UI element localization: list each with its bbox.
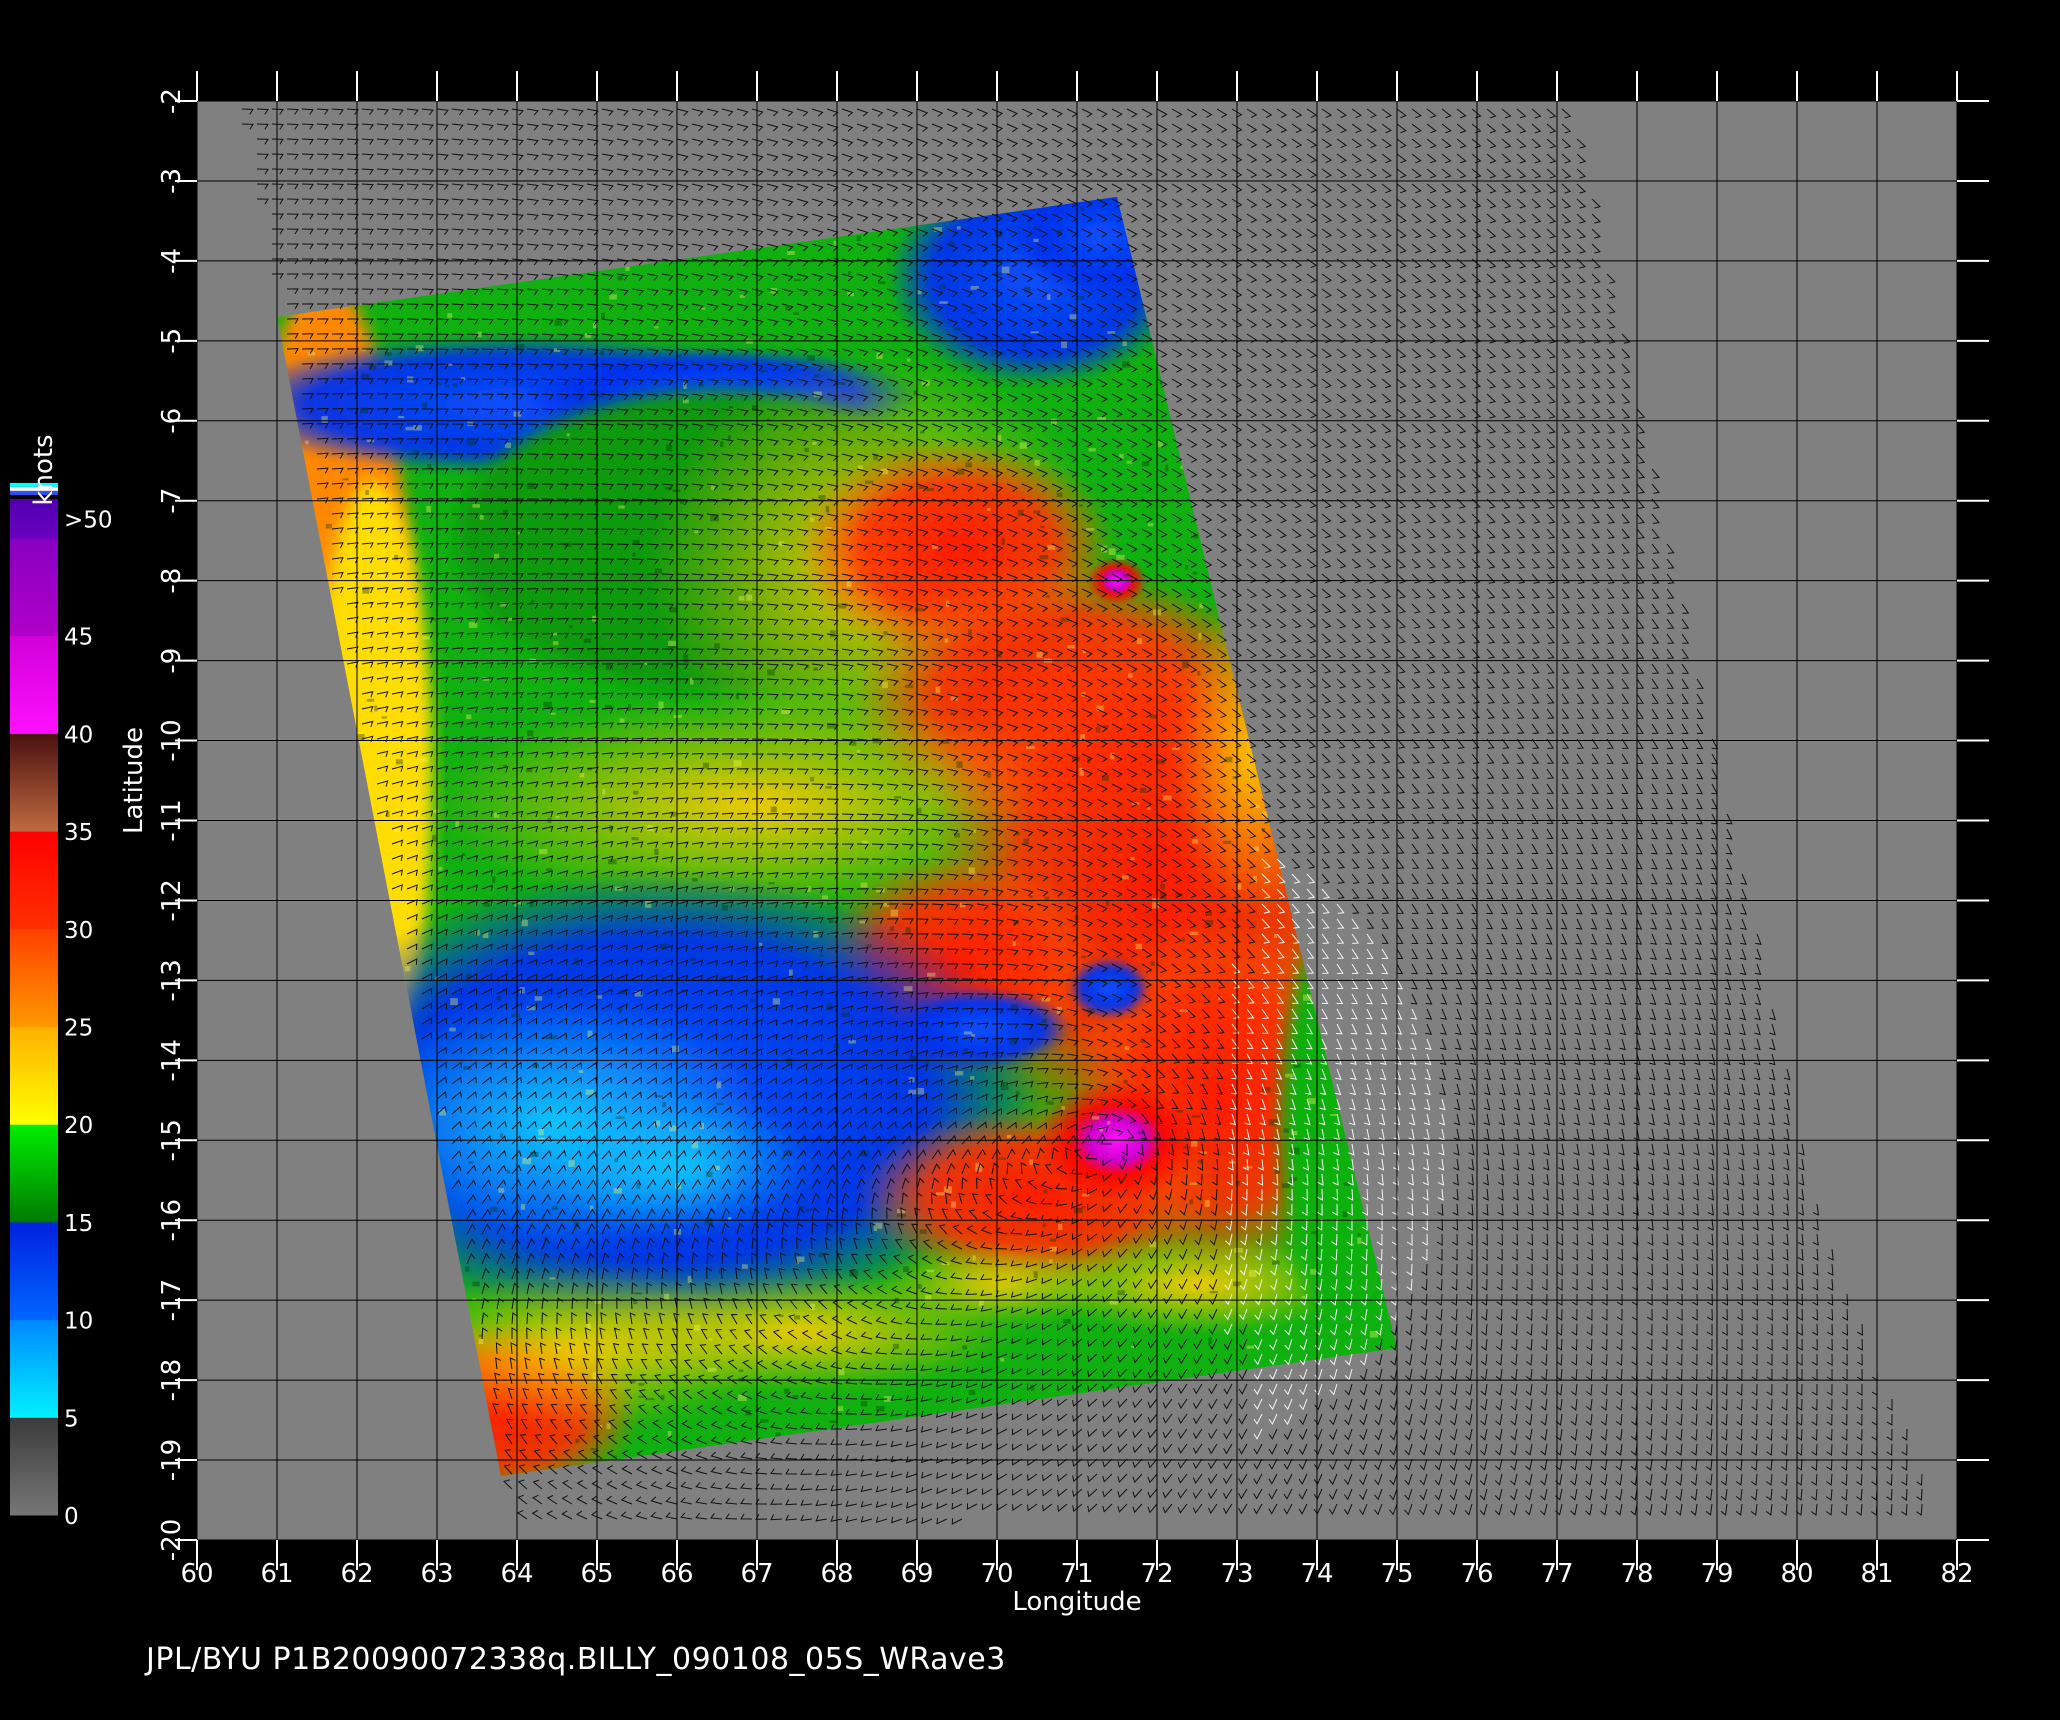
- colorbar-label: 40: [64, 722, 93, 748]
- y-tick-label: -7: [157, 488, 187, 514]
- plot-area: [196, 100, 1958, 1541]
- wind-speed-map: 60 61 62 63 64 65 66 67 68 69 70 71 72 73 74 75 76 77 78 79…: [10, 71, 1989, 1617]
- colorbar-label: 35: [64, 820, 93, 846]
- x-tick-label: 81: [1860, 1559, 1893, 1589]
- x-axis-label: Longitude: [1012, 1587, 1141, 1617]
- y-tick-label: -19: [157, 1439, 187, 1481]
- y-tick-label: -3: [157, 168, 187, 194]
- x-tick-label: 80: [1780, 1559, 1813, 1589]
- x-tick-label: 75: [1380, 1559, 1413, 1589]
- x-tick-label: 71: [1060, 1559, 1093, 1589]
- colorbar-label: 25: [64, 1016, 93, 1042]
- y-tick-label: -17: [157, 1279, 187, 1321]
- footer-caption: JPL/BYU P1B20090072338q.BILLY_090108_05S…: [146, 1642, 1006, 1677]
- colorbar-label: 10: [64, 1309, 93, 1335]
- y-tick-label: -2: [157, 88, 187, 114]
- colorbar-label: 30: [64, 918, 93, 944]
- y-tick-label: -8: [157, 568, 187, 594]
- x-tick-label: 68: [820, 1559, 853, 1589]
- x-tick-label: 62: [340, 1559, 373, 1589]
- x-tick-label: 73: [1220, 1559, 1253, 1589]
- y-tick-label: -12: [157, 879, 187, 921]
- colorbar-band: [10, 1124, 58, 1223]
- y-tick-label: -20: [157, 1519, 187, 1561]
- y-tick-label: -16: [157, 1199, 187, 1241]
- colorbar-label: 0: [64, 1504, 79, 1530]
- y-tick-label: -13: [157, 959, 187, 1001]
- x-tick-label: 82: [1940, 1559, 1973, 1589]
- y-tick-label: -18: [157, 1359, 187, 1401]
- colorbar-band: [10, 733, 58, 832]
- y-tick-label: -6: [157, 408, 187, 434]
- colorbar-unit: knots: [29, 434, 59, 505]
- colorbar-label: 5: [64, 1406, 79, 1432]
- colorbar-band: [10, 538, 58, 637]
- x-tick-label: 76: [1460, 1559, 1493, 1589]
- y-tick-label: -10: [157, 719, 187, 761]
- x-tick-label: 65: [580, 1559, 613, 1589]
- colorbar-label: 20: [64, 1113, 93, 1139]
- y-tick-label: -4: [157, 248, 187, 274]
- y-tick-label: -5: [157, 328, 187, 354]
- colorbar-band: [10, 1026, 58, 1125]
- colorbar-label: 15: [64, 1211, 93, 1237]
- colorbar-band: [10, 831, 58, 930]
- x-tick-label: 66: [660, 1559, 693, 1589]
- x-tick-label: 77: [1540, 1559, 1573, 1589]
- wind-zone: [1069, 958, 1149, 1019]
- x-tick-label: 61: [260, 1559, 293, 1589]
- x-tick-label: 78: [1620, 1559, 1653, 1589]
- colorbar-band: [10, 635, 58, 734]
- x-tick-label: 60: [180, 1559, 213, 1589]
- colorbar-band: [10, 1221, 58, 1321]
- y-axis-label: Latitude: [119, 727, 149, 834]
- colorbar-band: [10, 1417, 58, 1516]
- x-tick-label: 72: [1140, 1559, 1173, 1589]
- x-tick-label: 69: [900, 1559, 933, 1589]
- x-tick-label: 79: [1700, 1559, 1733, 1589]
- y-tick-label: -15: [157, 1119, 187, 1161]
- x-tick-label: 64: [500, 1559, 533, 1589]
- y-tick-label: -9: [157, 648, 187, 674]
- x-tick-label: 74: [1300, 1559, 1333, 1589]
- x-tick-label: 67: [740, 1559, 773, 1589]
- x-tick-label: 63: [420, 1559, 453, 1589]
- colorbar-label: 45: [64, 625, 93, 651]
- y-tick-label: -14: [157, 1039, 187, 1081]
- x-tick-label: 70: [980, 1559, 1013, 1589]
- y-tick-label: -11: [157, 799, 187, 841]
- colorbar-band: [10, 928, 58, 1027]
- colorbar-band: [10, 1319, 58, 1418]
- colorbar-label: >50: [64, 507, 113, 533]
- colorbar: >50 45 40 35 30 25 20 15 10 5 0 knots: [10, 434, 113, 1530]
